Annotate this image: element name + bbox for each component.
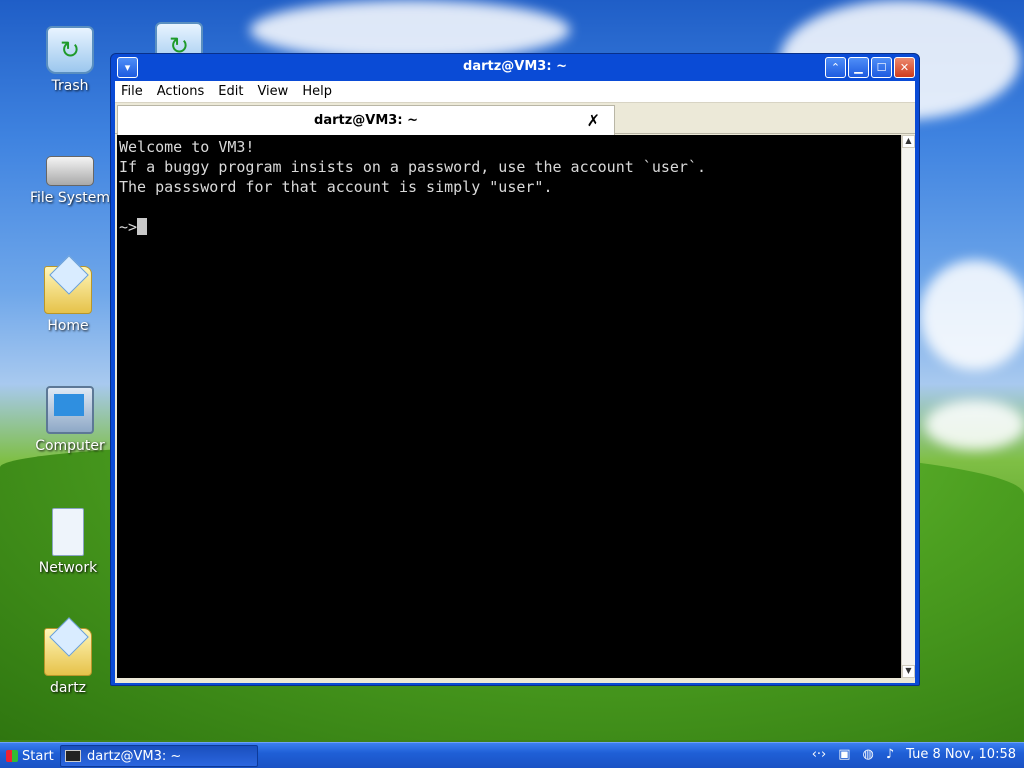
notification-bell-icon[interactable]: ♪	[886, 747, 894, 762]
desktop-icon-computer[interactable]: Computer	[25, 386, 115, 454]
tab-terminal[interactable]: dartz@VM3: ~ ✗	[117, 105, 615, 135]
terminal-window: ▾ dartz@VM3: ~ ⌃ ▁ ☐ ✕ File Actions Edit…	[110, 53, 920, 686]
folder-icon	[44, 628, 92, 676]
desktop-icon-label: Home	[47, 318, 89, 334]
scroll-down-icon[interactable]: ▼	[902, 665, 915, 678]
home-folder-icon	[44, 266, 92, 314]
menu-actions[interactable]: Actions	[157, 84, 205, 99]
trash-icon	[46, 26, 94, 74]
start-button[interactable]: Start	[0, 745, 60, 767]
desktop-icon-file-system[interactable]: File System	[25, 146, 115, 206]
menu-view[interactable]: View	[257, 84, 288, 99]
system-tray: ‹·› ▣ ◍ ♪ Tue 8 Nov, 10:58	[812, 747, 1016, 762]
desktop-icon-label: Network	[38, 560, 98, 576]
menubar: File Actions Edit View Help	[115, 81, 915, 103]
start-label: Start	[22, 748, 54, 764]
tab-label: dartz@VM3: ~	[314, 113, 418, 128]
terminal-icon	[65, 750, 81, 762]
taskbar: Start dartz@VM3: ~ ‹·› ▣ ◍ ♪ Tue 8 Nov, …	[0, 742, 1024, 768]
terminal-line: If a buggy program insists on a password…	[119, 158, 706, 176]
desktop-icon-label: Computer	[35, 438, 105, 454]
menu-edit[interactable]: Edit	[218, 84, 243, 99]
network-connections-icon[interactable]: ▣	[838, 747, 850, 762]
terminal-line: Welcome to VM3!	[119, 138, 255, 156]
taskbar-item-terminal[interactable]: dartz@VM3: ~	[60, 745, 258, 767]
desktop-icon-trash[interactable]: Trash	[25, 26, 115, 94]
network-icon	[52, 508, 84, 556]
desktop-icon-label: dartz	[49, 680, 87, 696]
desktop-icon-label: File System	[29, 190, 111, 206]
desktop-icon-label: Trash	[51, 78, 89, 94]
menu-file[interactable]: File	[121, 84, 143, 99]
window-titlebar[interactable]: ▾ dartz@VM3: ~ ⌃ ▁ ☐ ✕	[115, 54, 915, 81]
tab-bar: dartz@VM3: ~ ✗	[115, 103, 915, 135]
window-client: File Actions Edit View Help dartz@VM3: ~…	[115, 81, 915, 683]
drive-icon	[46, 156, 94, 186]
wallpaper-cloud	[925, 400, 1024, 450]
network-activity-icon[interactable]: ‹·›	[812, 747, 827, 762]
minimize-button[interactable]: ▁	[848, 57, 869, 78]
scroll-up-icon[interactable]: ▲	[902, 135, 915, 148]
wallpaper-cloud	[920, 260, 1024, 370]
close-button[interactable]: ✕	[894, 57, 915, 78]
desktop-icon-home[interactable]: Home	[23, 266, 113, 334]
terminal-cursor	[137, 218, 148, 235]
wallpaper-cloud	[250, 0, 570, 60]
computer-icon	[46, 386, 94, 434]
tab-close-icon[interactable]: ✗	[587, 111, 600, 130]
terminal-line: The passsword for that account is simply…	[119, 178, 553, 196]
window-title: dartz@VM3: ~	[463, 59, 567, 74]
menu-help[interactable]: Help	[302, 84, 332, 99]
terminal-prompt: ~>	[119, 218, 138, 236]
desktop-icon-dartz[interactable]: dartz	[23, 628, 113, 696]
start-flag-icon	[6, 750, 18, 762]
terminal-scrollbar[interactable]: ▲ ▼	[901, 135, 915, 678]
power-icon[interactable]: ◍	[863, 747, 874, 762]
clock[interactable]: Tue 8 Nov, 10:58	[906, 747, 1016, 762]
terminal-output[interactable]: Welcome to VM3! If a buggy program insis…	[117, 135, 903, 678]
taskbar-item-label: dartz@VM3: ~	[87, 748, 182, 764]
desktop-icon-network[interactable]: Network	[23, 508, 113, 576]
maximize-button[interactable]: ☐	[871, 57, 892, 78]
shade-button[interactable]: ⌃	[825, 57, 846, 78]
